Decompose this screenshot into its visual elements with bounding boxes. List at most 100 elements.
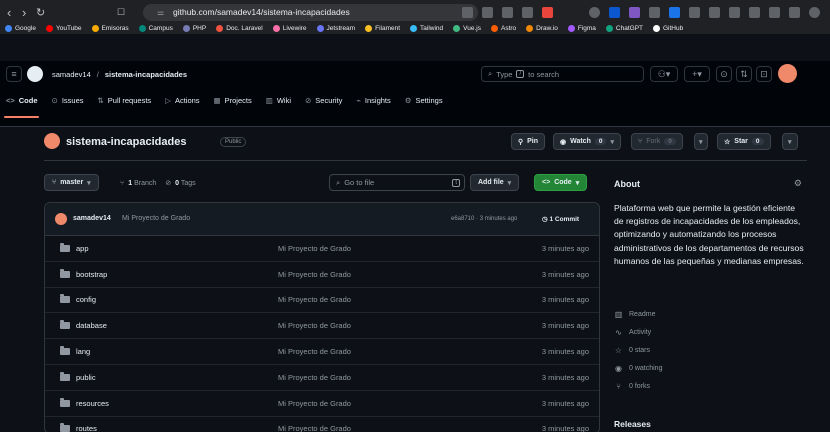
file-name-link[interactable]: routes: [76, 424, 97, 432]
table-row[interactable]: config Mi Proyecto de Grado 3 minutes ago: [45, 288, 599, 314]
bookmark-item[interactable]: YouTube: [45, 25, 82, 32]
commit-count-link[interactable]: ◷ 1 Commit: [542, 215, 579, 223]
table-row[interactable]: resources Mi Proyecto de Grado 3 minutes a…: [45, 391, 599, 417]
star-button[interactable]: ☆ Star 0: [717, 133, 771, 150]
site-settings-icon[interactable]: ⚌: [157, 4, 164, 21]
repo-title[interactable]: sistema-incapacidades: [66, 136, 186, 148]
file-commit-message[interactable]: Mi Proyecto de Grado: [278, 347, 351, 356]
extension-icon[interactable]: [669, 7, 680, 18]
bookmark-item[interactable]: Emisoras: [91, 25, 129, 32]
about-link-activity[interactable]: ∿ Activity: [614, 328, 651, 337]
pull-requests-icon[interactable]: ⇅: [736, 66, 752, 82]
file-name-link[interactable]: resources: [76, 399, 109, 408]
search-input[interactable]: ⌕ Type / to search: [481, 66, 644, 82]
extension-icon[interactable]: [709, 7, 720, 18]
about-link-fork[interactable]: ⑂ 0 forks: [614, 382, 650, 391]
bookmark-item[interactable]: Campus: [138, 25, 173, 32]
bookmark-item[interactable]: Livewire: [272, 25, 307, 32]
pin-button[interactable]: ⚲ Pin: [511, 133, 546, 150]
watch-button[interactable]: ◉ Watch 0 ▾: [553, 133, 621, 150]
file-name-link[interactable]: config: [76, 295, 96, 304]
tab-search-icon[interactable]: [769, 7, 780, 18]
bookmark-item[interactable]: Doc. Laravel: [216, 25, 263, 32]
file-name-link[interactable]: database: [76, 321, 107, 330]
table-row[interactable]: public Mi Proyecto de Grado 3 minutes ago: [45, 365, 599, 391]
commit-hash-time[interactable]: e6a8710 · 3 minutes ago: [451, 216, 517, 222]
table-row[interactable]: bootstrap Mi Proyecto de Grado 3 minutes a…: [45, 262, 599, 288]
bookmark-item[interactable]: Tailwind: [410, 25, 443, 32]
tab-wiki[interactable]: ▥ Wiki: [266, 96, 291, 105]
add-file-button[interactable]: Add file ▾: [470, 174, 520, 191]
back-icon[interactable]: ‹: [7, 5, 11, 20]
file-name-link[interactable]: app: [76, 244, 89, 253]
forward-icon[interactable]: ›: [22, 5, 26, 20]
tab-security[interactable]: ⊘ Security: [305, 96, 342, 105]
vue-devtools-icon[interactable]: [629, 7, 640, 18]
extension-icon[interactable]: [689, 7, 700, 18]
bookmark-item[interactable]: Draw.io: [526, 25, 558, 32]
bookmark-icon[interactable]: ☐: [117, 7, 125, 18]
about-link-eye[interactable]: ◉ 0 watching: [614, 364, 662, 373]
cast-icon[interactable]: [462, 7, 473, 18]
file-name-link[interactable]: lang: [76, 347, 90, 356]
extension-icon[interactable]: [589, 7, 600, 18]
github-logo-icon[interactable]: [27, 66, 43, 82]
about-link-star[interactable]: ☆ 0 stars: [614, 346, 650, 355]
fork-menu-button[interactable]: ▾: [694, 133, 708, 150]
bookmark-item[interactable]: Vue.js: [453, 25, 481, 32]
tab-settings[interactable]: ⚙ Settings: [405, 96, 443, 105]
releases-title[interactable]: Releases: [614, 419, 651, 429]
file-commit-message[interactable]: Mi Proyecto de Grado: [278, 244, 351, 253]
bookmark-item[interactable]: PHP: [182, 25, 206, 32]
file-commit-message[interactable]: Mi Proyecto de Grado: [278, 373, 351, 382]
bookmark-item[interactable]: Jetstream: [316, 25, 355, 32]
tab-actions[interactable]: ▷ Actions: [165, 96, 199, 105]
fork-button[interactable]: ⑂ Fork 0: [631, 133, 683, 150]
reload-icon[interactable]: ↻: [36, 6, 45, 19]
file-commit-message[interactable]: Mi Proyecto de Grado: [278, 399, 351, 408]
create-new-icon[interactable]: +▾: [684, 66, 710, 82]
bookmark-item[interactable]: Filament: [365, 25, 400, 32]
go-to-file-input[interactable]: ⌕ Go to file t: [329, 174, 465, 191]
file-commit-message[interactable]: Mi Proyecto de Grado: [278, 295, 351, 304]
copilot-icon[interactable]: ⚇▾: [650, 66, 678, 82]
breadcrumb-owner[interactable]: samadev14: [52, 70, 91, 79]
tab-pull-requests[interactable]: ⇅ Pull requests: [98, 96, 152, 105]
file-name-link[interactable]: bootstrap: [76, 270, 107, 279]
bookmark-item[interactable]: ChatGPT: [605, 25, 643, 32]
table-row[interactable]: app Mi Proyecto de Grado 3 minutes ago: [45, 236, 599, 262]
share-icon[interactable]: [522, 7, 533, 18]
about-link-readme[interactable]: ▥ Readme: [614, 310, 656, 319]
menu-icon[interactable]: ≡: [6, 66, 22, 82]
address-bar[interactable]: ⚌ github.com/samadev14/sistema-incapacid…: [143, 4, 478, 21]
table-row[interactable]: database Mi Proyecto de Grado 3 minutes ag…: [45, 313, 599, 340]
tags-link[interactable]: 0 Tags: [175, 180, 196, 187]
branches-link[interactable]: 1 Branch: [128, 180, 156, 187]
file-commit-message[interactable]: Mi Proyecto de Grado: [278, 424, 351, 432]
file-commit-message[interactable]: Mi Proyecto de Grado: [278, 321, 351, 330]
table-row[interactable]: routes Mi Proyecto de Grado 3 minutes ago: [45, 417, 599, 432]
reader-icon[interactable]: [502, 7, 513, 18]
bookmark-item[interactable]: GitHub: [653, 25, 683, 32]
inbox-icon[interactable]: ⊡: [756, 66, 772, 82]
breadcrumb-repo[interactable]: sistema-incapacidades: [105, 70, 187, 79]
puzzle-icon[interactable]: [789, 7, 800, 18]
bookmark-item[interactable]: Figma: [567, 25, 596, 32]
tab-issues[interactable]: ⊙ Issues: [52, 96, 84, 105]
media-icon[interactable]: [749, 7, 760, 18]
gear-icon[interactable]: ⚙: [794, 178, 802, 189]
file-commit-message[interactable]: Mi Proyecto de Grado: [278, 270, 351, 279]
file-name-link[interactable]: public: [76, 373, 96, 382]
tab-insights[interactable]: ⌁ Insights: [356, 96, 390, 105]
profile-icon[interactable]: [809, 7, 820, 18]
shield-extension-icon[interactable]: [542, 7, 553, 18]
tab-code[interactable]: <> Code: [6, 96, 38, 105]
user-avatar[interactable]: [778, 64, 797, 83]
download-icon[interactable]: [729, 7, 740, 18]
commit-author[interactable]: samadev14: [73, 215, 111, 222]
bookmark-item[interactable]: Google: [5, 25, 36, 32]
extension-icon[interactable]: [609, 7, 620, 18]
tab-projects[interactable]: ▦ Projects: [214, 96, 252, 105]
translate-icon[interactable]: [482, 7, 493, 18]
branch-selector[interactable]: ⑂ master ▾: [44, 174, 99, 191]
